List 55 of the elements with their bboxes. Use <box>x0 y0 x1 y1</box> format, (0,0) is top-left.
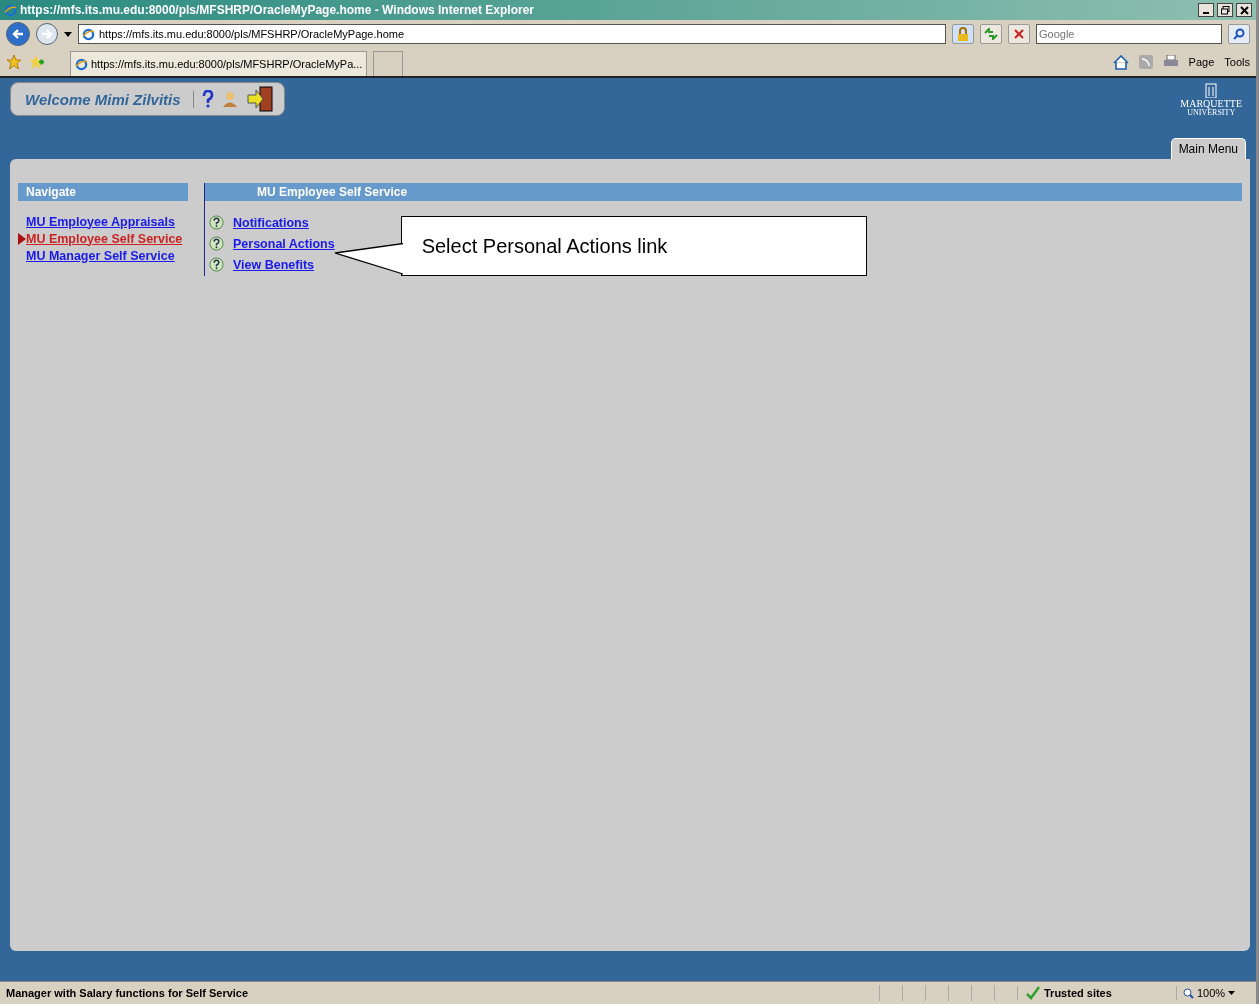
logo-subtext: UNIVERSITY <box>1187 109 1236 118</box>
help-icon <box>209 236 224 251</box>
lock-icon <box>956 26 970 42</box>
main-menu-tab[interactable]: Main Menu <box>1170 138 1246 159</box>
help-icon <box>209 257 224 272</box>
close-button[interactable] <box>1236 3 1252 17</box>
search-icon <box>1233 28 1245 40</box>
help-icon[interactable] <box>201 90 214 108</box>
browser-tab[interactable]: https://mfs.its.mu.edu:8000/pls/MFSHRP/OracleMyPa... <box>70 51 368 76</box>
section-header: MU Employee Self Service <box>205 183 1242 201</box>
window-title: https://mfs.its.mu.edu:8000/pls/MFSHRP/OracleMyPage.home - Windows Internet Explorer <box>20 3 535 17</box>
star-icon[interactable] <box>6 54 22 70</box>
refresh-icon <box>984 28 998 40</box>
zone-label: Trusted sites <box>1044 987 1112 999</box>
browser-icon <box>75 57 88 71</box>
stop-icon <box>1013 28 1025 40</box>
callout-text: Select Personal Actions link <box>421 234 668 258</box>
refresh-button[interactable] <box>980 24 1002 44</box>
tower-icon <box>1203 82 1220 98</box>
restore-button[interactable] <box>1217 3 1233 17</box>
restore-icon <box>1220 5 1230 15</box>
dropdown-arrow-icon[interactable] <box>64 31 72 37</box>
logout-door-icon[interactable] <box>245 86 274 112</box>
check-icon <box>1026 986 1040 1000</box>
arrow-right-icon <box>41 28 53 40</box>
current-marker-icon <box>18 232 26 245</box>
service-link[interactable]: Notifications <box>233 215 309 230</box>
status-message: Manager with Salary functions for Self Service <box>5 987 250 999</box>
search-field[interactable]: Google <box>1036 24 1222 44</box>
forward-button[interactable] <box>36 23 58 45</box>
printer-icon[interactable] <box>1162 55 1179 69</box>
browser-icon <box>4 3 17 17</box>
search-button[interactable] <box>1228 24 1250 44</box>
command-menu[interactable]: Page <box>1188 56 1215 68</box>
zoom-icon <box>1183 987 1194 999</box>
caret-icon <box>1228 991 1236 995</box>
welcome-text: Welcome Mimi Zilvitis <box>25 90 194 108</box>
browser-icon <box>82 27 95 41</box>
nav-link[interactable]: MU Employee Appraisals <box>26 214 175 229</box>
command-menu[interactable]: Tools <box>1224 56 1250 68</box>
service-link[interactable]: Personal Actions <box>233 236 335 251</box>
back-button[interactable] <box>6 22 30 46</box>
home-icon[interactable] <box>1112 54 1129 70</box>
navigate-header: Navigate <box>18 183 188 201</box>
service-link[interactable]: View Benefits <box>233 257 315 272</box>
address-field[interactable]: https://mfs.its.mu.edu:8000/pls/MFSHRP/OracleMyPage.home <box>78 24 946 44</box>
arrow-left-icon <box>12 28 24 40</box>
lock-button[interactable] <box>952 24 974 44</box>
close-icon <box>1239 5 1249 15</box>
nav-link[interactable]: MU Manager Self Service <box>26 248 175 263</box>
zoom-button[interactable]: 100% <box>1176 986 1256 1000</box>
minimize-button[interactable] <box>1198 3 1214 17</box>
help-icon <box>209 215 224 230</box>
logo-text: MARQUETTE <box>1180 98 1242 109</box>
stop-button[interactable] <box>1008 24 1030 44</box>
